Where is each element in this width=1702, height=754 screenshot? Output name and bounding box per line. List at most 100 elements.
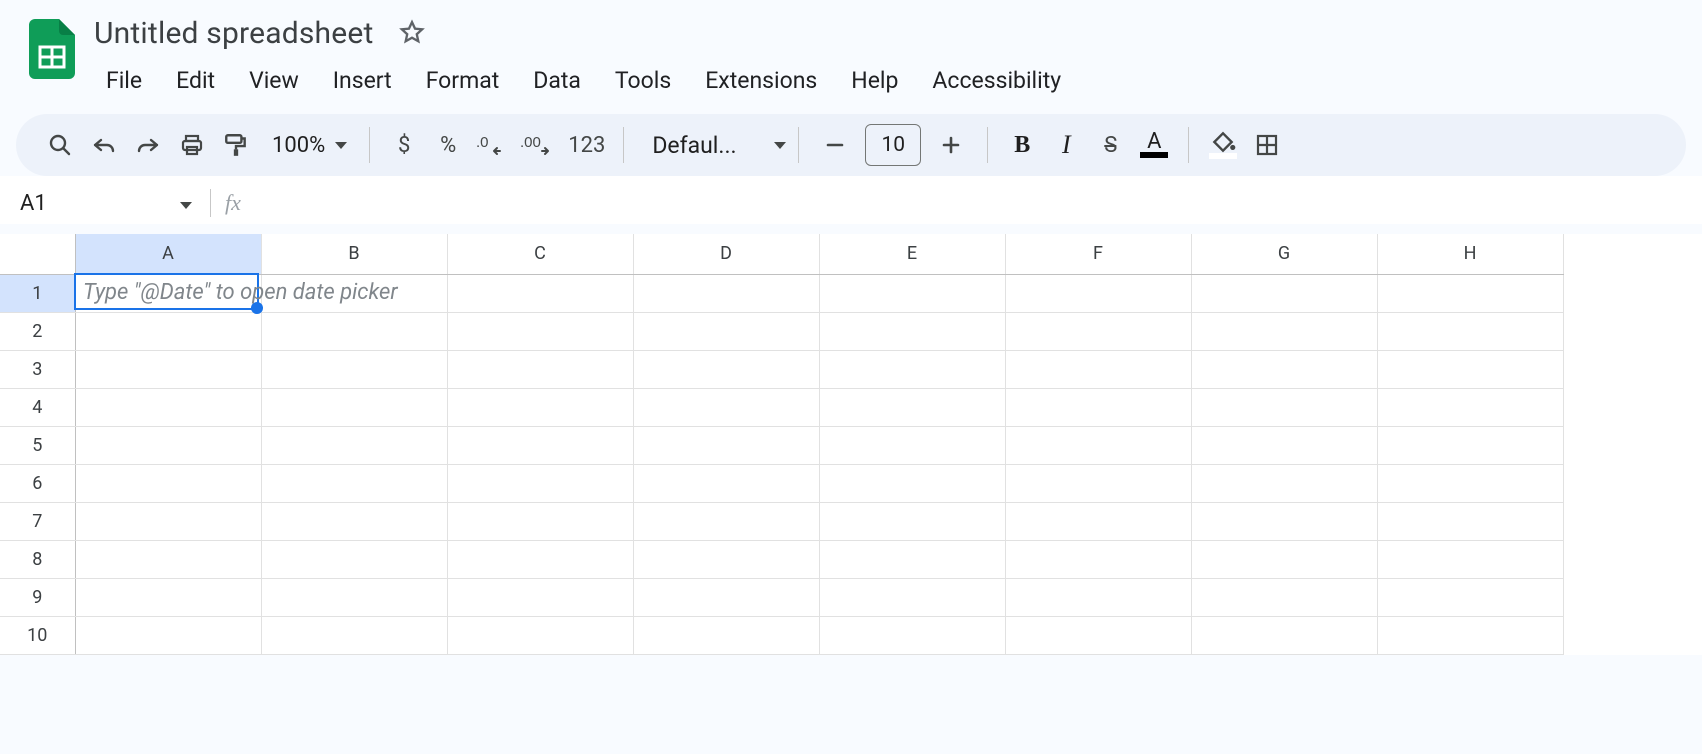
cell[interactable] — [1191, 578, 1377, 616]
cell[interactable] — [1191, 312, 1377, 350]
undo-button[interactable] — [82, 123, 126, 167]
zoom-dropdown[interactable]: 100% — [258, 133, 357, 158]
cell[interactable] — [1191, 350, 1377, 388]
cell[interactable] — [261, 464, 447, 502]
paint-format-button[interactable] — [214, 123, 258, 167]
cell[interactable] — [447, 426, 633, 464]
cell[interactable] — [1005, 464, 1191, 502]
strikethrough-button[interactable]: S — [1088, 123, 1132, 167]
cell[interactable] — [1377, 274, 1563, 312]
cell[interactable] — [819, 426, 1005, 464]
cell[interactable] — [819, 350, 1005, 388]
cell[interactable] — [633, 350, 819, 388]
italic-button[interactable]: I — [1044, 123, 1088, 167]
menu-insert[interactable]: Insert — [317, 63, 408, 98]
column-header[interactable]: H — [1377, 234, 1563, 274]
column-header[interactable]: B — [261, 234, 447, 274]
cell[interactable] — [1191, 464, 1377, 502]
row-header[interactable]: 2 — [0, 312, 75, 350]
cell[interactable] — [1377, 616, 1563, 654]
decrease-font-size-button[interactable] — [815, 125, 855, 165]
menu-data[interactable]: Data — [517, 63, 597, 98]
star-button[interactable] — [394, 14, 430, 50]
cell[interactable] — [819, 502, 1005, 540]
row-header[interactable]: 9 — [0, 578, 75, 616]
cell[interactable] — [1377, 350, 1563, 388]
cell[interactable] — [447, 350, 633, 388]
column-header[interactable]: A — [75, 234, 261, 274]
cell[interactable] — [261, 578, 447, 616]
cell[interactable] — [447, 502, 633, 540]
increase-font-size-button[interactable] — [931, 125, 971, 165]
cell[interactable] — [1377, 388, 1563, 426]
cell[interactable] — [633, 578, 819, 616]
cell[interactable] — [633, 616, 819, 654]
cell[interactable] — [261, 426, 447, 464]
cell[interactable] — [447, 616, 633, 654]
cell[interactable] — [261, 502, 447, 540]
cell[interactable] — [447, 312, 633, 350]
row-header[interactable]: 8 — [0, 540, 75, 578]
menu-extensions[interactable]: Extensions — [689, 63, 833, 98]
cell[interactable] — [1005, 312, 1191, 350]
cell[interactable] — [1377, 502, 1563, 540]
name-box-dropdown[interactable] — [168, 194, 204, 213]
more-formats-button[interactable]: 123 — [562, 123, 611, 167]
row-header[interactable]: 6 — [0, 464, 75, 502]
cell[interactable] — [75, 350, 261, 388]
sheets-logo[interactable] — [24, 14, 80, 84]
cell[interactable] — [1005, 350, 1191, 388]
menu-file[interactable]: File — [90, 63, 158, 98]
menu-edit[interactable]: Edit — [160, 63, 231, 98]
row-header[interactable]: 5 — [0, 426, 75, 464]
cell[interactable] — [1191, 274, 1377, 312]
cell[interactable] — [75, 464, 261, 502]
menu-view[interactable]: View — [233, 63, 315, 98]
cell[interactable] — [75, 312, 261, 350]
cell[interactable] — [819, 578, 1005, 616]
document-title[interactable]: Untitled spreadsheet — [90, 10, 378, 53]
cell[interactable] — [75, 616, 261, 654]
column-header[interactable]: F — [1005, 234, 1191, 274]
cell[interactable] — [1005, 502, 1191, 540]
cell[interactable] — [261, 350, 447, 388]
cell[interactable] — [261, 274, 447, 312]
font-family-dropdown[interactable]: Defaul... — [636, 132, 786, 159]
menu-format[interactable]: Format — [410, 63, 516, 98]
menu-tools[interactable]: Tools — [599, 63, 687, 98]
cell[interactable] — [819, 540, 1005, 578]
column-header[interactable]: D — [633, 234, 819, 274]
decrease-decimal-button[interactable]: .0 — [470, 123, 514, 167]
text-color-button[interactable]: A — [1132, 123, 1176, 167]
cell[interactable] — [1005, 274, 1191, 312]
cell[interactable] — [75, 426, 261, 464]
cell[interactable] — [75, 540, 261, 578]
cell[interactable] — [1005, 578, 1191, 616]
cell[interactable] — [447, 578, 633, 616]
menu-accessibility[interactable]: Accessibility — [916, 63, 1077, 98]
cell[interactable] — [1005, 388, 1191, 426]
cell[interactable] — [261, 540, 447, 578]
cell[interactable] — [447, 274, 633, 312]
cell[interactable] — [1377, 578, 1563, 616]
name-box[interactable]: A1 — [10, 187, 168, 220]
cell[interactable] — [1005, 426, 1191, 464]
borders-button[interactable] — [1245, 123, 1289, 167]
cell[interactable] — [819, 312, 1005, 350]
cell[interactable] — [1005, 540, 1191, 578]
row-header[interactable]: 1 — [0, 274, 75, 312]
cell[interactable] — [819, 464, 1005, 502]
cell[interactable] — [819, 388, 1005, 426]
cell[interactable] — [633, 274, 819, 312]
cell[interactable] — [1377, 464, 1563, 502]
cell[interactable] — [1191, 540, 1377, 578]
cell[interactable] — [75, 578, 261, 616]
cell[interactable] — [261, 312, 447, 350]
increase-decimal-button[interactable]: .00 — [514, 123, 562, 167]
bold-button[interactable]: B — [1000, 123, 1044, 167]
cell[interactable] — [447, 540, 633, 578]
row-header[interactable]: 7 — [0, 502, 75, 540]
cell[interactable] — [1377, 540, 1563, 578]
cell[interactable] — [1191, 616, 1377, 654]
select-all-corner[interactable] — [0, 234, 75, 274]
